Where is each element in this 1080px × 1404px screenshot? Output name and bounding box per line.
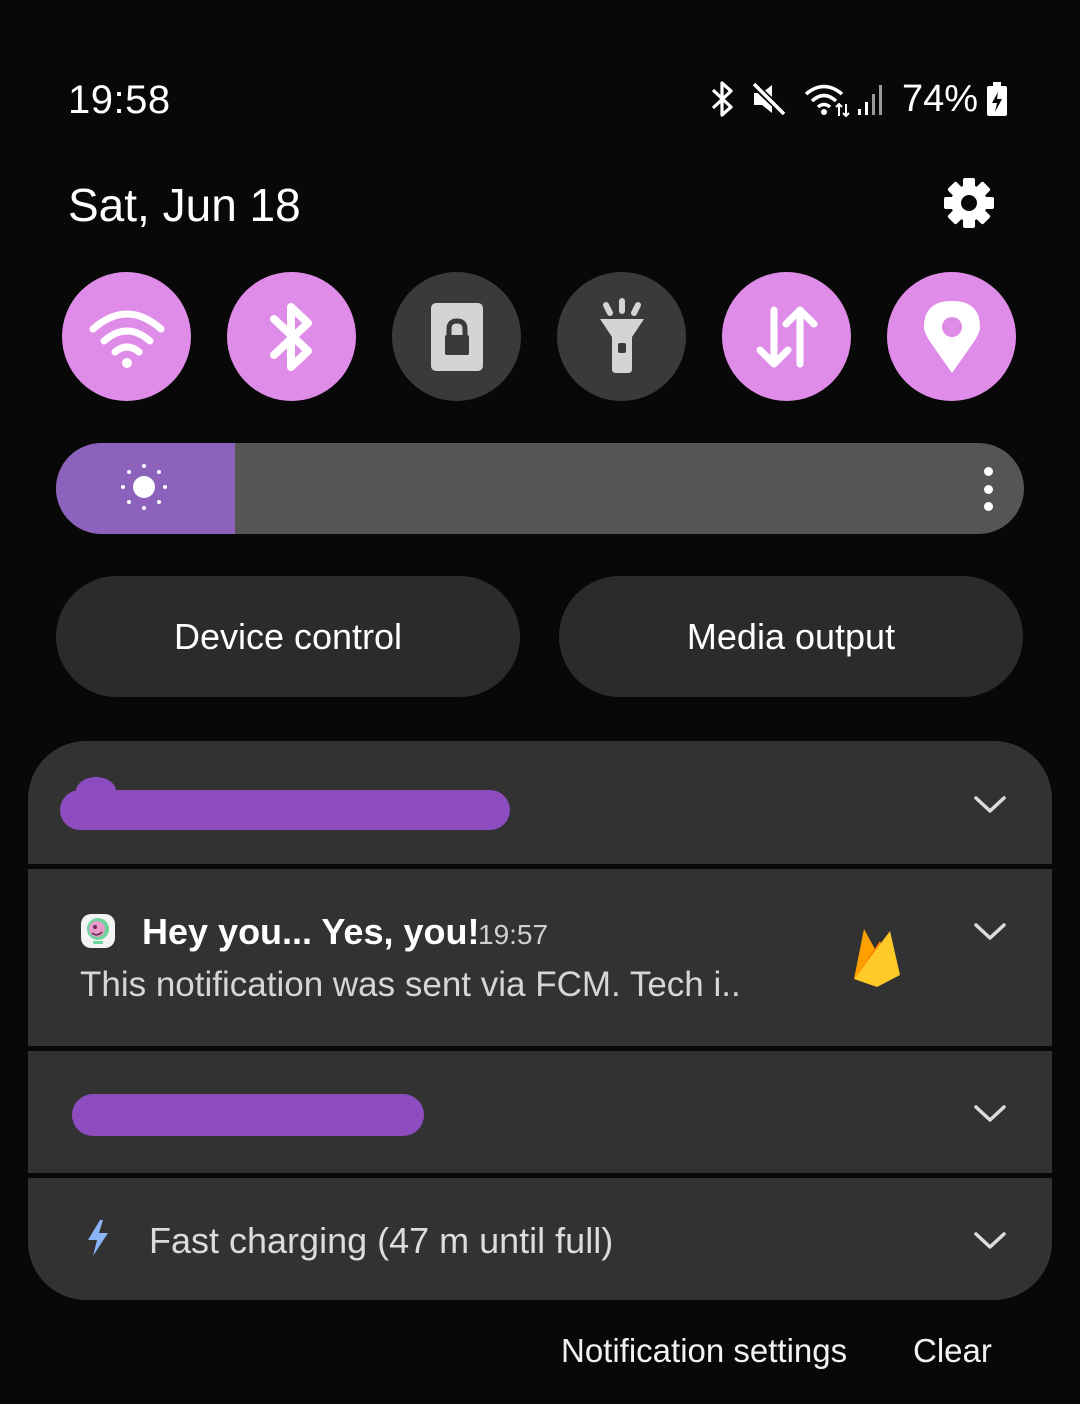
signal-icon [857,85,882,115]
lightning-bolt-icon [88,1220,108,1256]
redacted-content [72,1094,424,1136]
wifi-icon [89,310,164,368]
data-arrows-icon [756,306,817,367]
app-icon [81,914,115,948]
firebase-flame-icon [854,929,900,987]
notification-card-redacted-1[interactable] [28,741,1052,864]
chevron-down-icon[interactable] [972,919,1008,943]
redacted-content [60,790,510,830]
bluetooth-icon [269,302,312,371]
media-output-button[interactable]: Media output [559,576,1023,697]
device-control-button[interactable]: Device control [56,576,520,697]
toggle-screen-lock[interactable] [392,272,521,401]
status-clock: 19:58 [68,78,171,122]
toggle-bluetooth[interactable] [227,272,356,401]
location-pin-icon [923,300,980,373]
date-label: Sat, Jun 18 [68,179,301,231]
brightness-slider[interactable] [56,443,1024,534]
chevron-down-icon[interactable] [972,1101,1008,1125]
wifi-data-icon [804,84,850,118]
redacted-content [76,777,116,805]
settings-button[interactable] [938,172,1000,234]
battery-percent: 74% [901,77,978,120]
toggle-flashlight[interactable] [557,272,686,401]
toggle-wifi[interactable] [62,272,191,401]
gear-icon [944,178,994,228]
flashlight-icon [599,297,644,373]
clear-button[interactable]: Clear [913,1332,992,1370]
chevron-down-icon[interactable] [972,792,1008,816]
more-options-icon[interactable] [978,467,998,511]
toggle-location[interactable] [887,272,1016,401]
mute-icon [749,80,789,118]
lock-icon [430,302,483,371]
notification-time: 19:57 [478,919,549,950]
notification-settings-button[interactable]: Notification settings [561,1332,847,1370]
notification-card-charging[interactable]: Fast charging (47 m until full) [28,1178,1052,1300]
notification-title: Hey you... Yes, you! [142,911,480,952]
sun-icon [121,464,167,510]
notification-card-fcm[interactable]: Hey you... Yes, you! 19:57 This notifica… [28,869,1052,1046]
chevron-down-icon[interactable] [972,1228,1008,1252]
notification-body: This notification was sent via FCM. Tech… [80,965,741,1004]
notification-card-redacted-2[interactable] [28,1051,1052,1173]
status-icons: 74% [708,76,1008,122]
toggle-mobile-data[interactable] [722,272,851,401]
battery-charging-icon [987,82,1007,116]
bluetooth-icon [711,81,733,117]
charging-status-text: Fast charging (47 m until full) [149,1220,614,1261]
